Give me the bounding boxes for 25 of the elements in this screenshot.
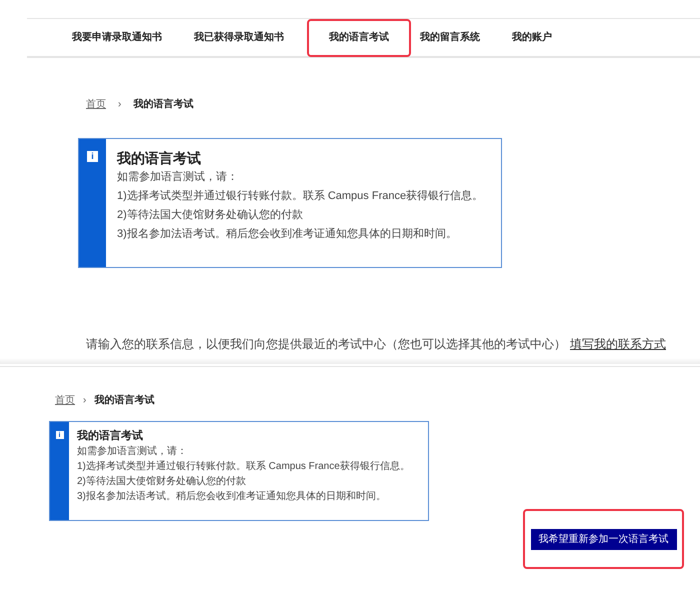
- nav-tab[interactable]: 我的语言考试: [307, 18, 411, 56]
- retake-exam-button[interactable]: 我希望重新参加一次语言考试: [530, 528, 676, 550]
- notice-line: 3)报名参加法语考试。稍后您会收到准考证通知您具体的日期和时间。: [117, 226, 458, 242]
- notice-title: 我的语言考试: [117, 149, 202, 168]
- nav-tab[interactable]: 我已获得录取通知书: [185, 18, 293, 56]
- notice-title: 我的语言考试: [77, 428, 144, 444]
- notice-line: 如需参加语言测试，请：: [77, 444, 188, 459]
- notice-line: 1)选择考试类型并通过银行转账付款。联系 Campus France获得银行信息。: [117, 188, 484, 204]
- notice-line: 2)等待法国大使馆财务处确认您的付款: [77, 474, 247, 489]
- breadcrumb-separator: ›: [118, 98, 122, 112]
- contact-text: 请输入您的联系信息，以便我们向您提供最近的考试中心（您也可以选择其他的考试中心）: [86, 336, 566, 353]
- breadcrumb-separator: ›: [83, 394, 86, 408]
- breadcrumb-current: 我的语言考试: [94, 393, 154, 408]
- notice-line: 3)报名参加法语考试。稍后您会收到准考证通知您具体的日期和时间。: [77, 490, 387, 504]
- breadcrumb-home-link[interactable]: 首页: [86, 96, 106, 112]
- notice-line: 2)等待法国大使馆财务处确认您的付款: [117, 208, 304, 223]
- notice-line: 1)选择考试类型并通过银行转账付款。联系 Campus France获得银行信息。: [77, 460, 410, 474]
- contact-link[interactable]: 填写我的联系方式: [570, 335, 666, 353]
- breadcrumb-current: 我的语言考试: [133, 97, 194, 112]
- nav-tab[interactable]: 我要申请录取通知书: [63, 18, 171, 56]
- nav-tab[interactable]: 我的留言系统: [411, 18, 489, 56]
- info-icon: i: [87, 151, 98, 162]
- breadcrumb-home-link[interactable]: 首页: [55, 392, 75, 408]
- notice-line: 如需参加语言测试，请：: [117, 170, 239, 185]
- nav-tab[interactable]: 我的账户: [503, 18, 561, 56]
